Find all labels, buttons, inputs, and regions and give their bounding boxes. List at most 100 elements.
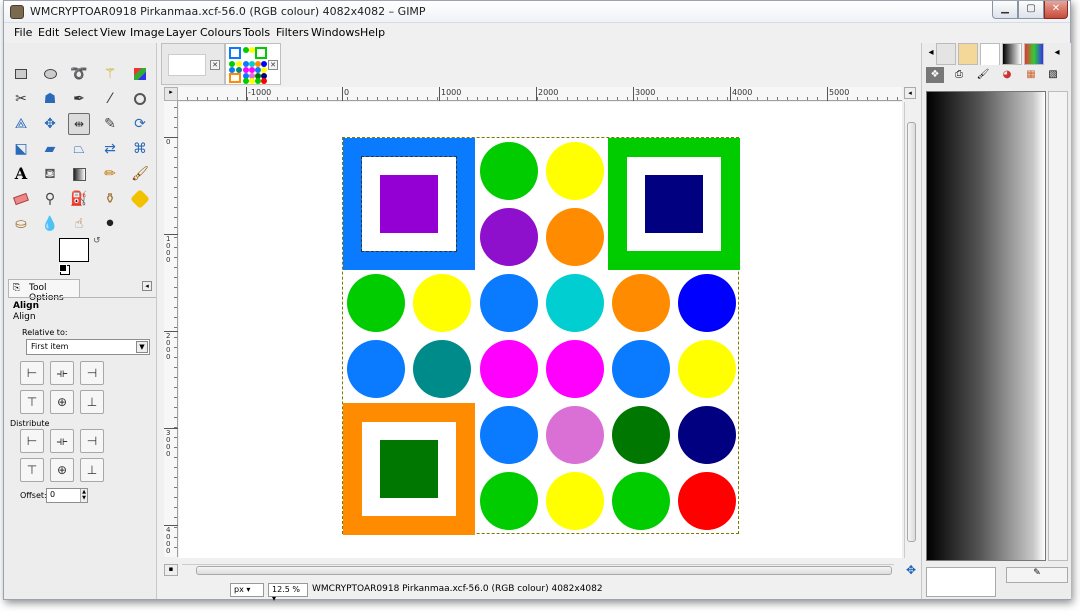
- select-by-color-icon[interactable]: [129, 63, 151, 85]
- perspective-clone-icon[interactable]: ⛀: [10, 213, 32, 235]
- horizontal-scrollbar[interactable]: [182, 564, 894, 576]
- blur-icon[interactable]: 💧: [39, 213, 61, 235]
- unit-select[interactable]: px ▾: [230, 583, 264, 597]
- distribute-center-vertical-button[interactable]: ⊕: [50, 458, 74, 482]
- crop-icon[interactable]: ✎: [99, 113, 121, 135]
- menu-view[interactable]: View: [100, 26, 126, 39]
- zoom-select[interactable]: 12.5 % ▾: [268, 583, 308, 603]
- zoom-toggle-button[interactable]: ▪: [164, 564, 178, 576]
- spin-arrows-icon[interactable]: ▲ ▼: [80, 489, 87, 502]
- flip-icon[interactable]: ⇄: [99, 138, 121, 160]
- close-icon[interactable]: ✕: [268, 60, 278, 70]
- color-wheel-icon[interactable]: ◕: [998, 67, 1016, 83]
- tab-gradients[interactable]: [1002, 43, 1022, 65]
- align-left-edge-button[interactable]: ⊢: [20, 361, 44, 385]
- quick-mask-toggle[interactable]: ▸: [164, 87, 178, 101]
- rotate-icon[interactable]: ⟳: [129, 113, 151, 135]
- shear-icon[interactable]: ▰: [39, 138, 61, 160]
- distribute-top-button[interactable]: ⊤: [20, 458, 44, 482]
- image-canvas[interactable]: [342, 137, 740, 535]
- cage-transform-icon[interactable]: ⌘: [129, 138, 151, 160]
- vertical-scroll-thumb[interactable]: [907, 122, 916, 542]
- eraser-icon[interactable]: [10, 188, 32, 210]
- airbrush-icon[interactable]: ⚲: [39, 188, 61, 210]
- align-right-edge-button[interactable]: ⊣: [80, 361, 104, 385]
- dock-menu-icon[interactable]: ◂: [1048, 45, 1066, 61]
- patterns-icon[interactable]: ▦: [1022, 67, 1040, 83]
- foreground-select-icon[interactable]: ☗: [39, 88, 61, 110]
- measure-icon[interactable]: ⟁: [10, 113, 32, 135]
- dock-scrollbar[interactable]: [1048, 91, 1068, 561]
- smudge-icon[interactable]: ☝: [68, 213, 90, 235]
- menu-help[interactable]: Help: [360, 26, 385, 39]
- zoom-icon[interactable]: [129, 88, 151, 110]
- scissors-select-icon[interactable]: ✂: [10, 88, 32, 110]
- menu-image[interactable]: Image: [130, 26, 164, 39]
- rect-select-icon[interactable]: [10, 63, 32, 85]
- tab-tool-options[interactable]: ⎘ Tool Options: [8, 279, 80, 303]
- distribute-right-button[interactable]: ⊣: [80, 429, 104, 453]
- color-picker-icon[interactable]: ⁄: [99, 88, 121, 110]
- menu-layer[interactable]: Layer: [166, 26, 197, 39]
- reset-colors-icon[interactable]: [59, 264, 67, 272]
- fg-bg-colors[interactable]: ↺: [59, 236, 105, 274]
- gradient-preview[interactable]: [926, 91, 1046, 561]
- text-icon[interactable]: A: [10, 163, 32, 185]
- move-icon[interactable]: ✥: [39, 113, 61, 135]
- align-bottom-edge-button[interactable]: ⊥: [80, 390, 104, 414]
- printer-icon[interactable]: ⎙: [950, 67, 968, 83]
- close-icon[interactable]: ✕: [210, 60, 220, 70]
- paths-icon[interactable]: ✒: [68, 88, 90, 110]
- menu-select[interactable]: Select: [64, 26, 98, 39]
- align-center-horizontal-button[interactable]: ⟛: [50, 361, 74, 385]
- heal-icon[interactable]: ⚱: [99, 188, 121, 210]
- menu-file[interactable]: File: [14, 26, 32, 39]
- distribute-bottom-button[interactable]: ⊥: [80, 458, 104, 482]
- horizontal-ruler[interactable]: -1000 0 1000 2000 3000 4000 5000: [178, 87, 902, 101]
- close-button[interactable]: ✕: [1044, 1, 1068, 19]
- align-center-vertical-button[interactable]: ⊕: [50, 390, 74, 414]
- tab-palettes[interactable]: [1024, 43, 1044, 65]
- swap-colors-icon[interactable]: ↺: [93, 236, 101, 246]
- dodge-burn-icon[interactable]: ⚫: [99, 213, 121, 235]
- minimize-button[interactable]: ▁: [992, 1, 1018, 19]
- menu-windows[interactable]: Windows: [311, 26, 360, 39]
- align-top-edge-button[interactable]: ⊤: [20, 390, 44, 414]
- fuzzy-select-icon[interactable]: ⚚: [99, 63, 121, 85]
- tab-layers[interactable]: [936, 43, 956, 65]
- free-select-icon[interactable]: ➰: [68, 63, 90, 85]
- menu-filters[interactable]: Filters: [276, 26, 309, 39]
- ellipse-select-icon[interactable]: [39, 63, 61, 85]
- brush-preview[interactable]: [926, 567, 996, 597]
- tab-menu-icon[interactable]: ◂: [142, 281, 152, 291]
- image-tab-blank[interactable]: ✕: [161, 43, 225, 85]
- vertical-ruler[interactable]: 0 1000 2000 3000 4000: [164, 101, 178, 557]
- vertical-scrollbar[interactable]: [904, 102, 917, 558]
- bucket-fill-icon[interactable]: ⛾: [39, 163, 61, 185]
- pencil-icon[interactable]: ✏: [99, 163, 121, 185]
- perspective-icon[interactable]: ⏢: [68, 138, 90, 160]
- tab-channels[interactable]: [958, 43, 978, 65]
- image-tab-active[interactable]: ✕: [225, 43, 281, 85]
- edit-brush-button[interactable]: ✎: [1006, 567, 1068, 583]
- distribute-left-button[interactable]: ⊢: [20, 429, 44, 453]
- clone-icon[interactable]: [129, 188, 151, 210]
- menu-tools[interactable]: Tools: [243, 26, 270, 39]
- tab-paths[interactable]: [980, 43, 1000, 65]
- foreground-color-swatch[interactable]: [59, 238, 89, 262]
- maximize-button[interactable]: ▢: [1018, 1, 1044, 19]
- ink-icon[interactable]: ⛽: [68, 188, 90, 210]
- horizontal-scroll-thumb[interactable]: [196, 566, 892, 575]
- paintbrush-icon[interactable]: 🖌: [129, 163, 151, 185]
- brush-icon[interactable]: 🖌: [974, 67, 992, 83]
- layers-dialog-icon[interactable]: ❖: [926, 67, 944, 83]
- image-viewport[interactable]: [179, 102, 902, 558]
- menu-colours[interactable]: Colours: [200, 26, 241, 39]
- align-icon[interactable]: ⇹: [68, 113, 90, 135]
- dock-config-icon[interactable]: ▧: [1044, 67, 1062, 83]
- blend-icon[interactable]: [68, 163, 90, 185]
- relative-to-select[interactable]: First item ▼: [26, 339, 150, 355]
- scale-icon[interactable]: ⬕: [10, 138, 32, 160]
- offset-input[interactable]: 0 ▲ ▼: [46, 488, 88, 503]
- distribute-center-horizontal-button[interactable]: ⟛: [50, 429, 74, 453]
